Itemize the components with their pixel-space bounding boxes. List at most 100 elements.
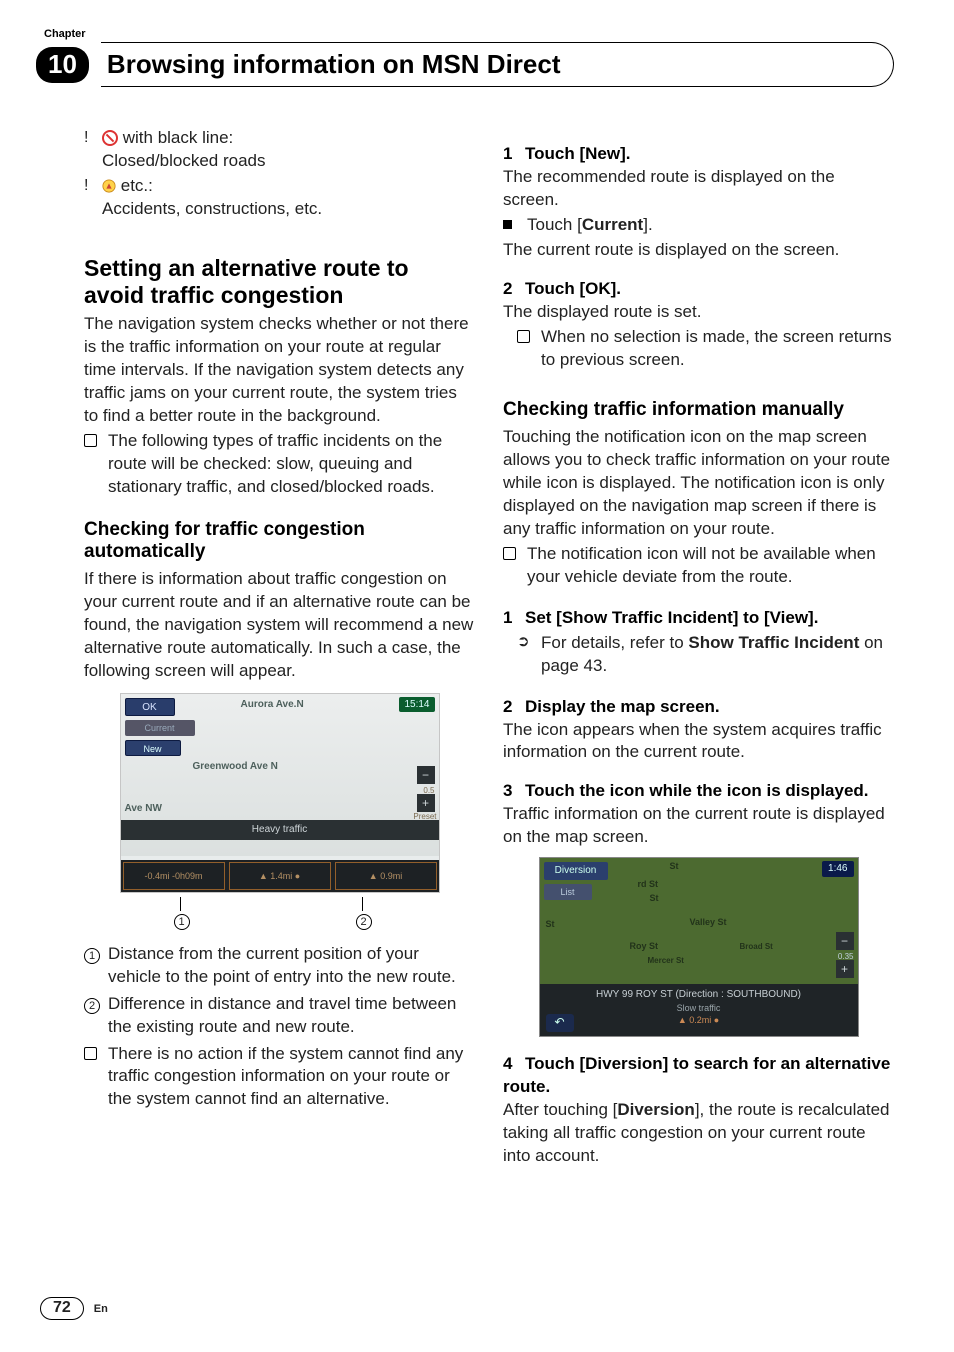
fig2-info-line2: Slow traffic bbox=[540, 1002, 858, 1014]
fig2-bottom-info: HWY 99 ROY ST (Direction : SOUTHBOUND) S… bbox=[540, 984, 858, 1036]
step-2-note: When no selection is made, the screen re… bbox=[541, 326, 894, 372]
page-lang: En bbox=[94, 1303, 108, 1315]
bullet-1-sub: Closed/blocked roads bbox=[102, 150, 265, 173]
fig2-info-line3: ▲ 0.2mi ● bbox=[540, 1014, 858, 1026]
bullet-2-text: etc.: bbox=[121, 176, 153, 195]
arrow-ref-icon bbox=[517, 632, 541, 652]
chapter-title: Browsing information on MSN Direct bbox=[101, 49, 875, 80]
callout-2-icon: 2 bbox=[356, 914, 372, 930]
figure-1-callouts: 1 2 bbox=[120, 897, 440, 933]
m-step-3-heading: 3Touch the icon while the icon is displa… bbox=[503, 780, 894, 803]
note-box-icon bbox=[84, 430, 108, 452]
step-2-body: The displayed route is set. bbox=[503, 301, 894, 324]
fig2-road-broad: Broad St bbox=[740, 942, 773, 953]
fig1-time-badge: 15:14 bbox=[399, 697, 434, 713]
step-1-alt-tail: ]. bbox=[643, 215, 652, 234]
bullet-closed-roads: ! with black line: Closed/blocked roads bbox=[84, 127, 475, 173]
heading-manual-check: Checking traffic information manually bbox=[503, 399, 894, 422]
m-step-4-bold: Diversion bbox=[617, 1100, 694, 1119]
m-step-1-title: Set [Show Traffic Incident] to [View]. bbox=[525, 608, 818, 627]
prohibit-icon bbox=[102, 130, 118, 146]
right-column: 1Touch [New]. The recommended route is d… bbox=[503, 127, 894, 1170]
m-step-3-title: Touch the icon while the icon is display… bbox=[525, 781, 869, 800]
fig1-zoom-out-icon: − bbox=[417, 766, 435, 784]
manual-check-body: Touching the notification icon on the ma… bbox=[503, 426, 894, 541]
step-1-title: Touch [New]. bbox=[525, 144, 630, 163]
note-box-icon bbox=[517, 326, 541, 348]
chapter-label: Chapter bbox=[44, 28, 894, 40]
solid-square-icon bbox=[503, 214, 527, 234]
step-1-heading: 1Touch [New]. bbox=[503, 143, 894, 166]
bullet-1-text: with black line: bbox=[123, 128, 234, 147]
fig2-back-icon: ↶ bbox=[546, 1014, 574, 1032]
fig1-road-greenwood: Greenwood Ave N bbox=[193, 760, 278, 774]
fig1-seg-1: -0.4mi -0h09m bbox=[123, 862, 225, 890]
chapter-header: 10 Browsing information on MSN Direct bbox=[36, 42, 894, 87]
step-1-alt-bold: Current bbox=[582, 215, 643, 234]
bullet-dot-icon: ! bbox=[84, 175, 102, 197]
m-step-1-heading: 1Set [Show Traffic Incident] to [View]. bbox=[503, 607, 894, 630]
fig2-road-st2: St bbox=[650, 892, 659, 904]
m-step-2-heading: 2Display the map screen. bbox=[503, 696, 894, 719]
page-number: 72 bbox=[40, 1297, 84, 1320]
fig1-road-aurora: Aurora Ave.N bbox=[241, 698, 304, 712]
m-step-4-heading: 4Touch [Diversion] to search for an alte… bbox=[503, 1053, 894, 1099]
figure-alt-route-screen: OK Current New Aurora Ave.N Greenwood Av… bbox=[120, 693, 440, 893]
step-2-title: Touch [OK]. bbox=[525, 279, 621, 298]
fig2-time-badge: 1:46 bbox=[822, 861, 853, 877]
fig1-heavy-traffic-bar: Heavy traffic bbox=[121, 820, 439, 840]
callout-1-text: Distance from the current position of yo… bbox=[108, 943, 475, 989]
bullet-2-sub: Accidents, constructions, etc. bbox=[102, 198, 322, 221]
chapter-title-wrap: Browsing information on MSN Direct bbox=[101, 42, 894, 87]
step-1-alt: Touch [Current]. bbox=[527, 214, 653, 237]
alt-route-body: The navigation system checks whether or … bbox=[84, 313, 475, 428]
callout-2-text: Difference in distance and travel time b… bbox=[108, 993, 475, 1039]
step-2-heading: 2Touch [OK]. bbox=[503, 278, 894, 301]
circled-1-icon: 1 bbox=[84, 948, 100, 964]
fig1-seg-3: ▲ 0.9mi bbox=[335, 862, 437, 890]
fig2-zoom-out-icon: − bbox=[836, 932, 854, 950]
fig2-road-mercer: Mercer St bbox=[648, 956, 684, 967]
step-1-alt-pre: Touch [ bbox=[527, 215, 582, 234]
fig1-bottom-bar: -0.4mi -0h09m ▲ 1.4mi ● ▲ 0.9mi bbox=[121, 860, 439, 892]
heading-auto-check: Checking for traffic congestion automati… bbox=[84, 519, 475, 565]
m-step-4-body: After touching [Diversion], the route is… bbox=[503, 1099, 894, 1168]
note-box-icon bbox=[84, 1043, 108, 1065]
fig2-road-st-left: St bbox=[546, 918, 555, 930]
fig1-ok-button: OK bbox=[125, 698, 175, 716]
bullet-dot-icon: ! bbox=[84, 127, 102, 149]
figure-traffic-map: Diversion List 1:46 St rd St St St Valle… bbox=[539, 857, 859, 1037]
page-footer: 72 En bbox=[40, 1297, 108, 1320]
chapter-number-badge: 10 bbox=[36, 47, 89, 83]
m-step-2-body: The icon appears when the system acquire… bbox=[503, 719, 894, 765]
no-action-note: There is no action if the system cannot … bbox=[108, 1043, 475, 1112]
manual-check-note: The notification icon will not be availa… bbox=[527, 543, 894, 589]
fig1-new-button: New bbox=[125, 740, 181, 756]
circled-2-icon: 2 bbox=[84, 998, 100, 1014]
fig1-ave-nw: Ave NW bbox=[125, 802, 162, 816]
fig2-list-button: List bbox=[544, 884, 592, 900]
fig2-road-rd-st: rd St bbox=[638, 878, 659, 890]
step-1-body: The recommended route is displayed on th… bbox=[503, 166, 894, 212]
auto-check-body: If there is information about traffic co… bbox=[84, 568, 475, 683]
m-step-3-body: Traffic information on the current route… bbox=[503, 803, 894, 849]
fig1-seg-2: ▲ 1.4mi ● bbox=[229, 862, 331, 890]
fig2-road-roy: Roy St bbox=[630, 940, 659, 952]
m-step-4-title: Touch [Diversion] to search for an alter… bbox=[503, 1054, 890, 1096]
fig2-road-st: St bbox=[670, 860, 679, 872]
fig2-road-valley: Valley St bbox=[690, 916, 727, 928]
left-column: ! with black line: Closed/blocked roads … bbox=[84, 127, 475, 1170]
note-box-icon bbox=[503, 543, 527, 565]
m-step-1-ref-pre: For details, refer to bbox=[541, 633, 688, 652]
fig2-diversion-button: Diversion bbox=[544, 862, 608, 880]
fig1-zoom-in-icon: + bbox=[417, 794, 435, 812]
fig1-current-button: Current bbox=[125, 720, 195, 736]
m-step-1-ref: For details, refer to Show Traffic Incid… bbox=[541, 632, 894, 678]
m-step-1-ref-bold: Show Traffic Incident bbox=[688, 633, 859, 652]
fig2-zoom-in-icon: + bbox=[836, 960, 854, 978]
callout-1-icon: 1 bbox=[174, 914, 190, 930]
alt-route-note: The following types of traffic incidents… bbox=[108, 430, 475, 499]
heading-alt-route: Setting an alternative route to avoid tr… bbox=[84, 255, 475, 309]
step-1-alt-body: The current route is displayed on the sc… bbox=[503, 239, 894, 262]
m-step-4-pre: After touching [ bbox=[503, 1100, 617, 1119]
